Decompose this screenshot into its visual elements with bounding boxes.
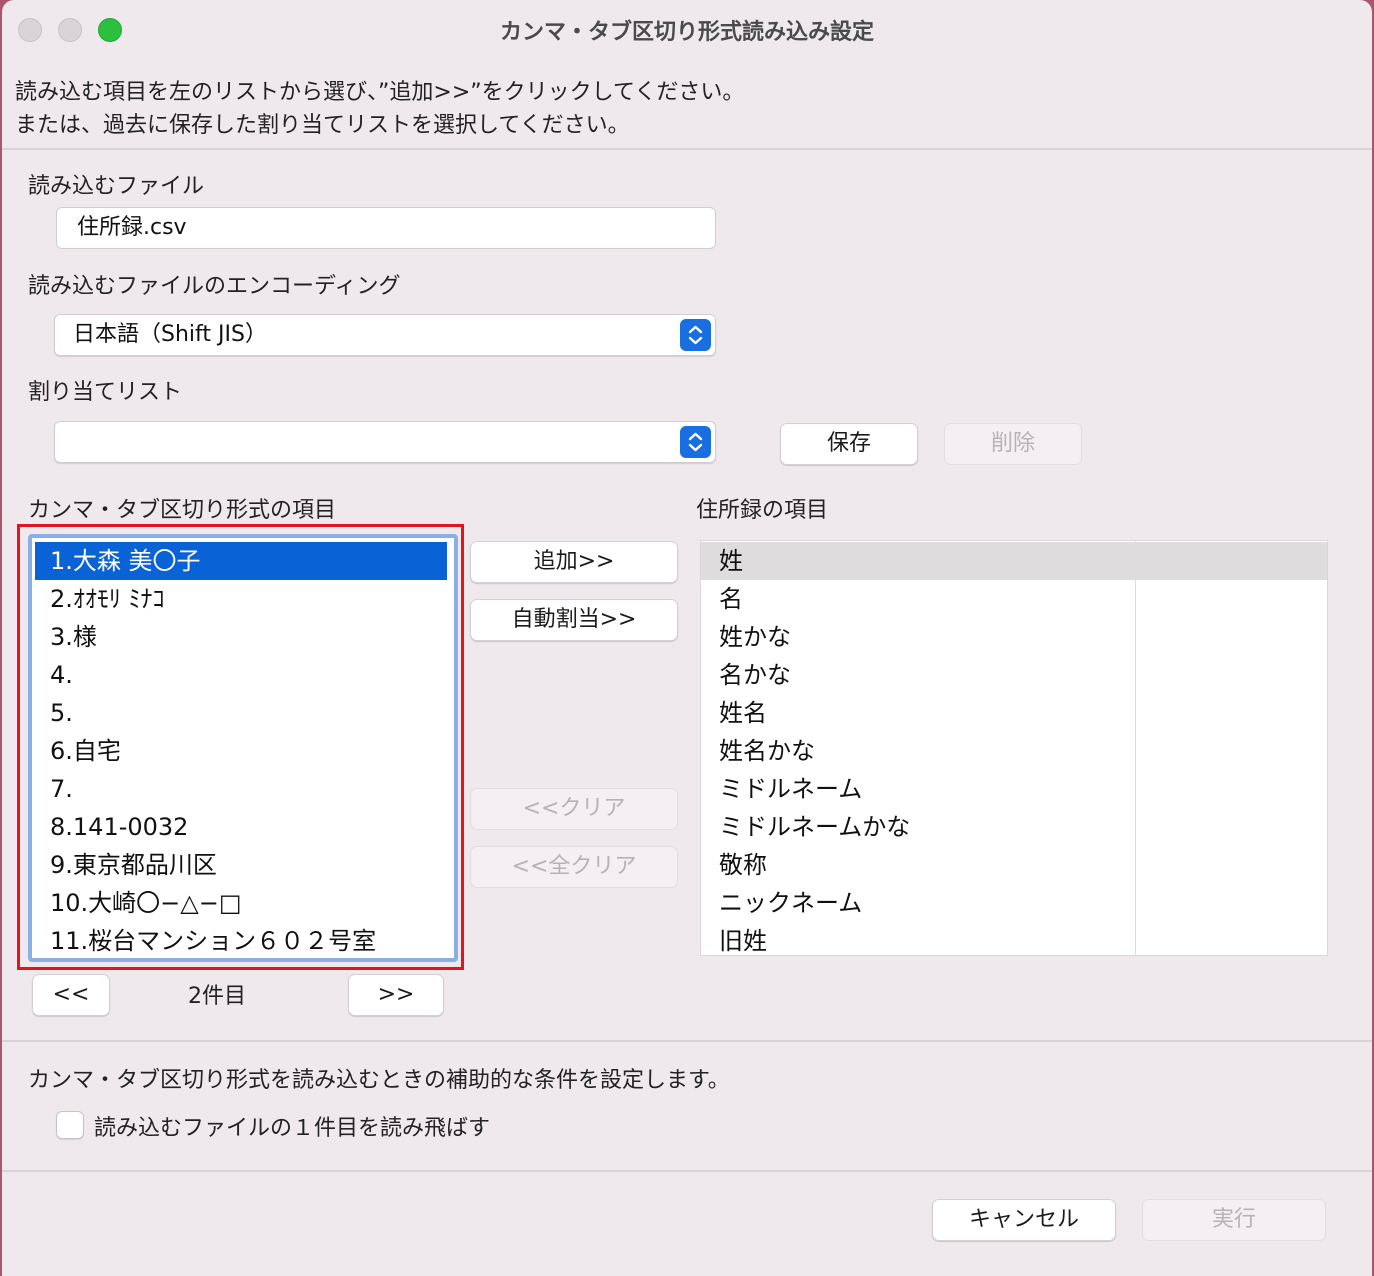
table-row[interactable]: 姓名かな <box>701 732 1327 770</box>
encoding-label: 読み込むファイルのエンコーディング <box>28 274 401 299</box>
file-name-field[interactable]: 住所録.csv <box>56 207 716 249</box>
table-row[interactable]: 名かな <box>701 656 1327 694</box>
source-list-label: カンマ・タブ区切り形式の項目 <box>28 498 337 523</box>
instructions: 読み込む項目を左のリストから選び、”追加>>”をクリックしてください。 または、… <box>15 76 744 142</box>
save-button[interactable]: 保存 <box>780 423 918 465</box>
table-row[interactable]: 姓かな <box>701 618 1327 656</box>
window-title: カンマ・タブ区切り形式読み込み設定 <box>499 20 874 45</box>
file-label: 読み込むファイル <box>28 174 205 199</box>
table-row[interactable]: 旧姓 <box>701 922 1327 960</box>
assignment-list-label: 割り当てリスト <box>28 380 183 405</box>
run-button[interactable]: 実行 <box>1142 1199 1326 1241</box>
options-description: カンマ・タブ区切り形式を読み込むときの補助的な条件を設定します。 <box>28 1068 730 1093</box>
clear-all-button[interactable]: <<全クリア <box>470 846 678 888</box>
list-item[interactable]: 5. <box>35 694 447 732</box>
cancel-button[interactable]: キャンセル <box>932 1199 1116 1241</box>
encoding-select[interactable]: 日本語（Shift JIS） <box>54 314 716 356</box>
auto-assign-button[interactable]: 自動割当>> <box>470 599 678 641</box>
next-record-button[interactable]: >> <box>348 974 444 1016</box>
skip-first-record-label[interactable]: 読み込むファイルの１件目を読み飛ばす <box>94 1110 490 1142</box>
table-row[interactable]: 名 <box>701 580 1327 618</box>
divider <box>2 1040 1372 1042</box>
table-row[interactable]: ニックネーム <box>701 884 1327 922</box>
list-item[interactable]: 1.大森 美〇子 <box>35 542 447 580</box>
previous-record-button[interactable]: << <box>32 974 110 1016</box>
encoding-selected-value: 日本語（Shift JIS） <box>73 322 267 347</box>
list-item[interactable]: 6.自宅 <box>35 732 447 770</box>
list-item[interactable]: 7. <box>35 770 447 808</box>
source-field-list[interactable]: 1.大森 美〇子 2.ｵｵﾓﾘ ﾐﾅｺ 3.様 4. 5. 6.自宅 7. 8.… <box>28 534 458 962</box>
table-row[interactable]: ミドルネーム <box>701 770 1327 808</box>
title-bar: カンマ・タブ区切り形式読み込み設定 <box>2 0 1372 58</box>
list-item[interactable]: 10.大崎〇−△−□ <box>35 884 447 922</box>
skip-first-record-checkbox[interactable] <box>56 1111 84 1139</box>
instruction-line-2: または、過去に保存した割り当てリストを選択してください。 <box>15 113 630 138</box>
divider <box>2 1170 1372 1172</box>
list-item[interactable]: 4. <box>35 656 447 694</box>
import-settings-window: カンマ・タブ区切り形式読み込み設定 読み込む項目を左のリストから選び、”追加>>… <box>2 0 1372 1276</box>
list-item[interactable]: 11.桜台マンション６０２号室 <box>35 922 447 958</box>
table-row[interactable]: ミドルネームかな <box>701 808 1327 846</box>
table-row[interactable]: 姓名 <box>701 694 1327 732</box>
clear-button[interactable]: <<クリア <box>470 788 678 830</box>
table-row[interactable]: 敬称 <box>701 846 1327 884</box>
list-item[interactable]: 3.様 <box>35 618 447 656</box>
column-divider <box>1135 541 1136 955</box>
target-list-label: 住所録の項目 <box>696 498 829 523</box>
chevron-up-down-icon <box>680 319 711 351</box>
table-row[interactable]: 姓 <box>701 542 1327 580</box>
add-button[interactable]: 追加>> <box>470 541 678 583</box>
target-field-table[interactable]: 姓 名 姓かな 名かな 姓名 姓名かな ミドルネーム ミドルネームかな 敬称 ニ… <box>700 540 1328 956</box>
list-item[interactable]: 9.東京都品川区 <box>35 846 447 884</box>
assignment-list-select[interactable] <box>54 421 716 463</box>
divider <box>2 148 1372 150</box>
chevron-up-down-icon <box>680 426 711 458</box>
record-counter: 2件目 <box>188 984 246 1009</box>
list-item[interactable]: 8.141-0032 <box>35 808 447 846</box>
instruction-line-1: 読み込む項目を左のリストから選び、”追加>>”をクリックしてください。 <box>15 80 745 105</box>
list-item[interactable]: 2.ｵｵﾓﾘ ﾐﾅｺ <box>35 580 447 618</box>
delete-button[interactable]: 削除 <box>944 423 1082 465</box>
